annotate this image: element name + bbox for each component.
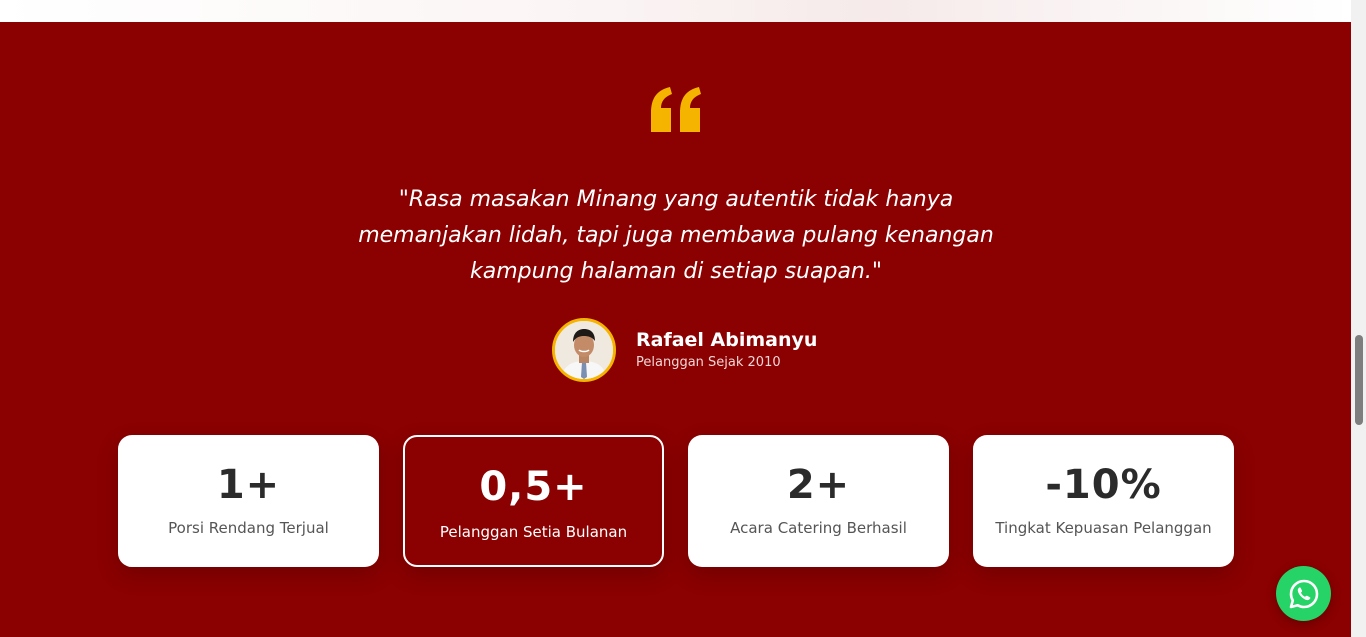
testimonial-author: Rafael Abimanyu Pelanggan Sejak 2010 — [552, 315, 817, 385]
stat-card-porsi-rendang: 1+ Porsi Rendang Terjual — [118, 435, 379, 567]
stat-value: 1+ — [216, 462, 281, 508]
whatsapp-button[interactable] — [1276, 566, 1331, 621]
stat-card-pelanggan-setia: 0,5+ Pelanggan Setia Bulanan — [403, 435, 664, 567]
stat-card-kepuasan: -10% Tingkat Kepuasan Pelanggan — [973, 435, 1234, 567]
stat-card-acara-catering: 2+ Acara Catering Berhasil — [688, 435, 949, 567]
author-name: Rafael Abimanyu — [636, 328, 818, 351]
scrollbar-thumb[interactable] — [1355, 335, 1363, 425]
author-subtitle: Pelanggan Sejak 2010 — [636, 354, 781, 370]
testimonial-quote: "Rasa masakan Minang yang autentik tidak… — [358, 187, 994, 284]
avatar — [552, 318, 616, 382]
stat-value: 2+ — [786, 462, 851, 508]
quote-open-icon — [0, 86, 1351, 146]
stat-label: Tingkat Kepuasan Pelanggan — [995, 519, 1212, 537]
previous-section-edge — [0, 0, 1351, 22]
stat-value: -10% — [1045, 462, 1162, 508]
stat-label: Pelanggan Setia Bulanan — [439, 523, 628, 541]
stat-label: Porsi Rendang Terjual — [168, 519, 329, 537]
page-scrollbar[interactable] — [1351, 0, 1366, 637]
whatsapp-icon — [1289, 579, 1318, 608]
stat-label: Acara Catering Berhasil — [730, 519, 907, 537]
stat-value: 0,5+ — [479, 464, 588, 510]
